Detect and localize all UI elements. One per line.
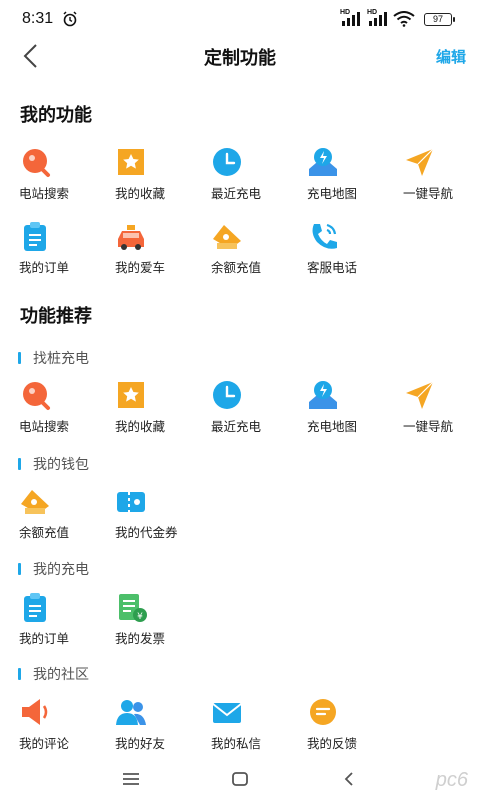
search-station-icon [23, 149, 50, 177]
status-time: 8:31 [22, 10, 54, 27]
group-title-charging: 我的充电 [18, 559, 89, 579]
back-button[interactable] [18, 42, 46, 70]
order-icon [24, 222, 46, 251]
function-label: 我的订单 [19, 261, 70, 275]
function-label: 一键导航 [403, 420, 454, 434]
clock-icon [213, 381, 241, 409]
function-item[interactable]: 最近充电 [192, 145, 288, 205]
car-icon [118, 225, 144, 250]
comment-icon [22, 699, 48, 725]
status-bar: 8:31 HD HD 97 [0, 0, 480, 36]
function-item[interactable]: 我的收藏 [96, 145, 192, 205]
function-label: 我的评论 [19, 737, 70, 751]
function-item[interactable]: 我的好友 [96, 695, 192, 755]
function-label: 我的收藏 [115, 187, 166, 201]
group-title-wallet: 我的钱包 [18, 454, 89, 474]
function-label: 最近充电 [211, 420, 262, 434]
group-title-community: 我的社区 [18, 664, 89, 684]
phone-icon [312, 223, 337, 249]
feedback-icon [310, 699, 336, 725]
function-item[interactable]: 我的私信 [192, 695, 288, 755]
function-item[interactable]: 我的评论 [0, 695, 96, 755]
function-label: 我的订单 [19, 632, 70, 646]
battery-indicator: 97 [424, 13, 455, 26]
function-item[interactable]: 电站搜索 [0, 378, 96, 438]
favorite-icon [118, 149, 144, 175]
svg-text:¥: ¥ [137, 612, 143, 622]
function-item[interactable]: 我的收藏 [96, 378, 192, 438]
back-nav-icon[interactable] [338, 770, 360, 788]
function-label: 余额充值 [211, 261, 262, 275]
function-item[interactable]: 我的爱车 [96, 219, 192, 279]
function-label: 一键导航 [403, 187, 454, 201]
function-item[interactable]: 最近充电 [192, 378, 288, 438]
function-label: 我的发票 [115, 632, 166, 646]
function-item[interactable]: 充电地图 [288, 145, 384, 205]
function-item[interactable]: 充电地图 [288, 378, 384, 438]
function-item[interactable]: 一键导航 [384, 145, 480, 205]
function-label: 客服电话 [307, 261, 358, 275]
wifi-icon [393, 11, 415, 27]
favorite-icon [118, 382, 144, 408]
signal-icon-2: HD [367, 9, 389, 32]
clock-icon [213, 148, 241, 176]
charging-map-icon [309, 381, 337, 409]
friends-icon [116, 700, 146, 725]
home-icon[interactable] [229, 770, 251, 788]
search-station-icon [23, 382, 50, 410]
function-label: 充电地图 [307, 420, 358, 434]
function-label: 充电地图 [307, 187, 358, 201]
function-item[interactable]: 一键导航 [384, 378, 480, 438]
function-label: 电站搜索 [19, 187, 70, 201]
function-item[interactable]: ¥ 我的发票 [96, 590, 192, 650]
signal-hd-label-2: HD [367, 9, 378, 16]
group-title-find-charger: 找桩充电 [18, 348, 89, 368]
order-icon [24, 593, 46, 622]
function-item[interactable]: 我的反馈 [288, 695, 384, 755]
recharge-icon [213, 225, 241, 249]
title-bar: 定制功能 编辑 [0, 36, 480, 76]
function-item[interactable]: 余额充值 [192, 219, 288, 279]
page-title: 定制功能 [204, 48, 276, 68]
function-item[interactable]: 客服电话 [288, 219, 384, 279]
function-label: 余额充值 [19, 526, 70, 540]
function-item[interactable]: 我的订单 [0, 219, 96, 279]
function-label: 我的代金券 [115, 526, 178, 540]
function-item[interactable]: 电站搜索 [0, 145, 96, 205]
navigation-icon [406, 381, 434, 409]
function-label: 最近充电 [211, 187, 262, 201]
group-title-label: 我的充电 [33, 561, 89, 577]
function-label: 我的反馈 [307, 737, 358, 751]
section-title-my-functions: 我的功能 [20, 105, 92, 125]
function-item[interactable]: 余额充值 [0, 484, 96, 544]
function-label: 我的爱车 [115, 261, 166, 275]
function-label: 我的私信 [211, 737, 262, 751]
voucher-icon [117, 492, 145, 512]
section-title-recommend: 功能推荐 [20, 306, 92, 326]
signal-icon: HD [340, 9, 362, 32]
edit-button[interactable]: 编辑 [436, 46, 466, 67]
function-item[interactable]: 我的订单 [0, 590, 96, 650]
group-title-label: 我的社区 [33, 666, 89, 682]
navigation-icon [406, 148, 434, 176]
group-title-label: 我的钱包 [33, 456, 89, 472]
group-title-label: 找桩充电 [33, 350, 89, 366]
function-label: 我的收藏 [115, 420, 166, 434]
message-icon [212, 703, 242, 723]
menu-icon[interactable] [120, 770, 142, 788]
function-label: 电站搜索 [19, 420, 70, 434]
invoice-icon: ¥ [119, 594, 147, 622]
signal-hd-label: HD [340, 9, 351, 16]
watermark: pc6 [435, 769, 468, 791]
function-label: 我的好友 [115, 737, 166, 751]
recharge-icon [21, 490, 49, 514]
function-item[interactable]: 我的代金券 [96, 484, 192, 544]
charging-map-icon [309, 148, 337, 176]
system-nav-bar: pc6 [0, 760, 480, 800]
alarm-icon [63, 11, 77, 27]
